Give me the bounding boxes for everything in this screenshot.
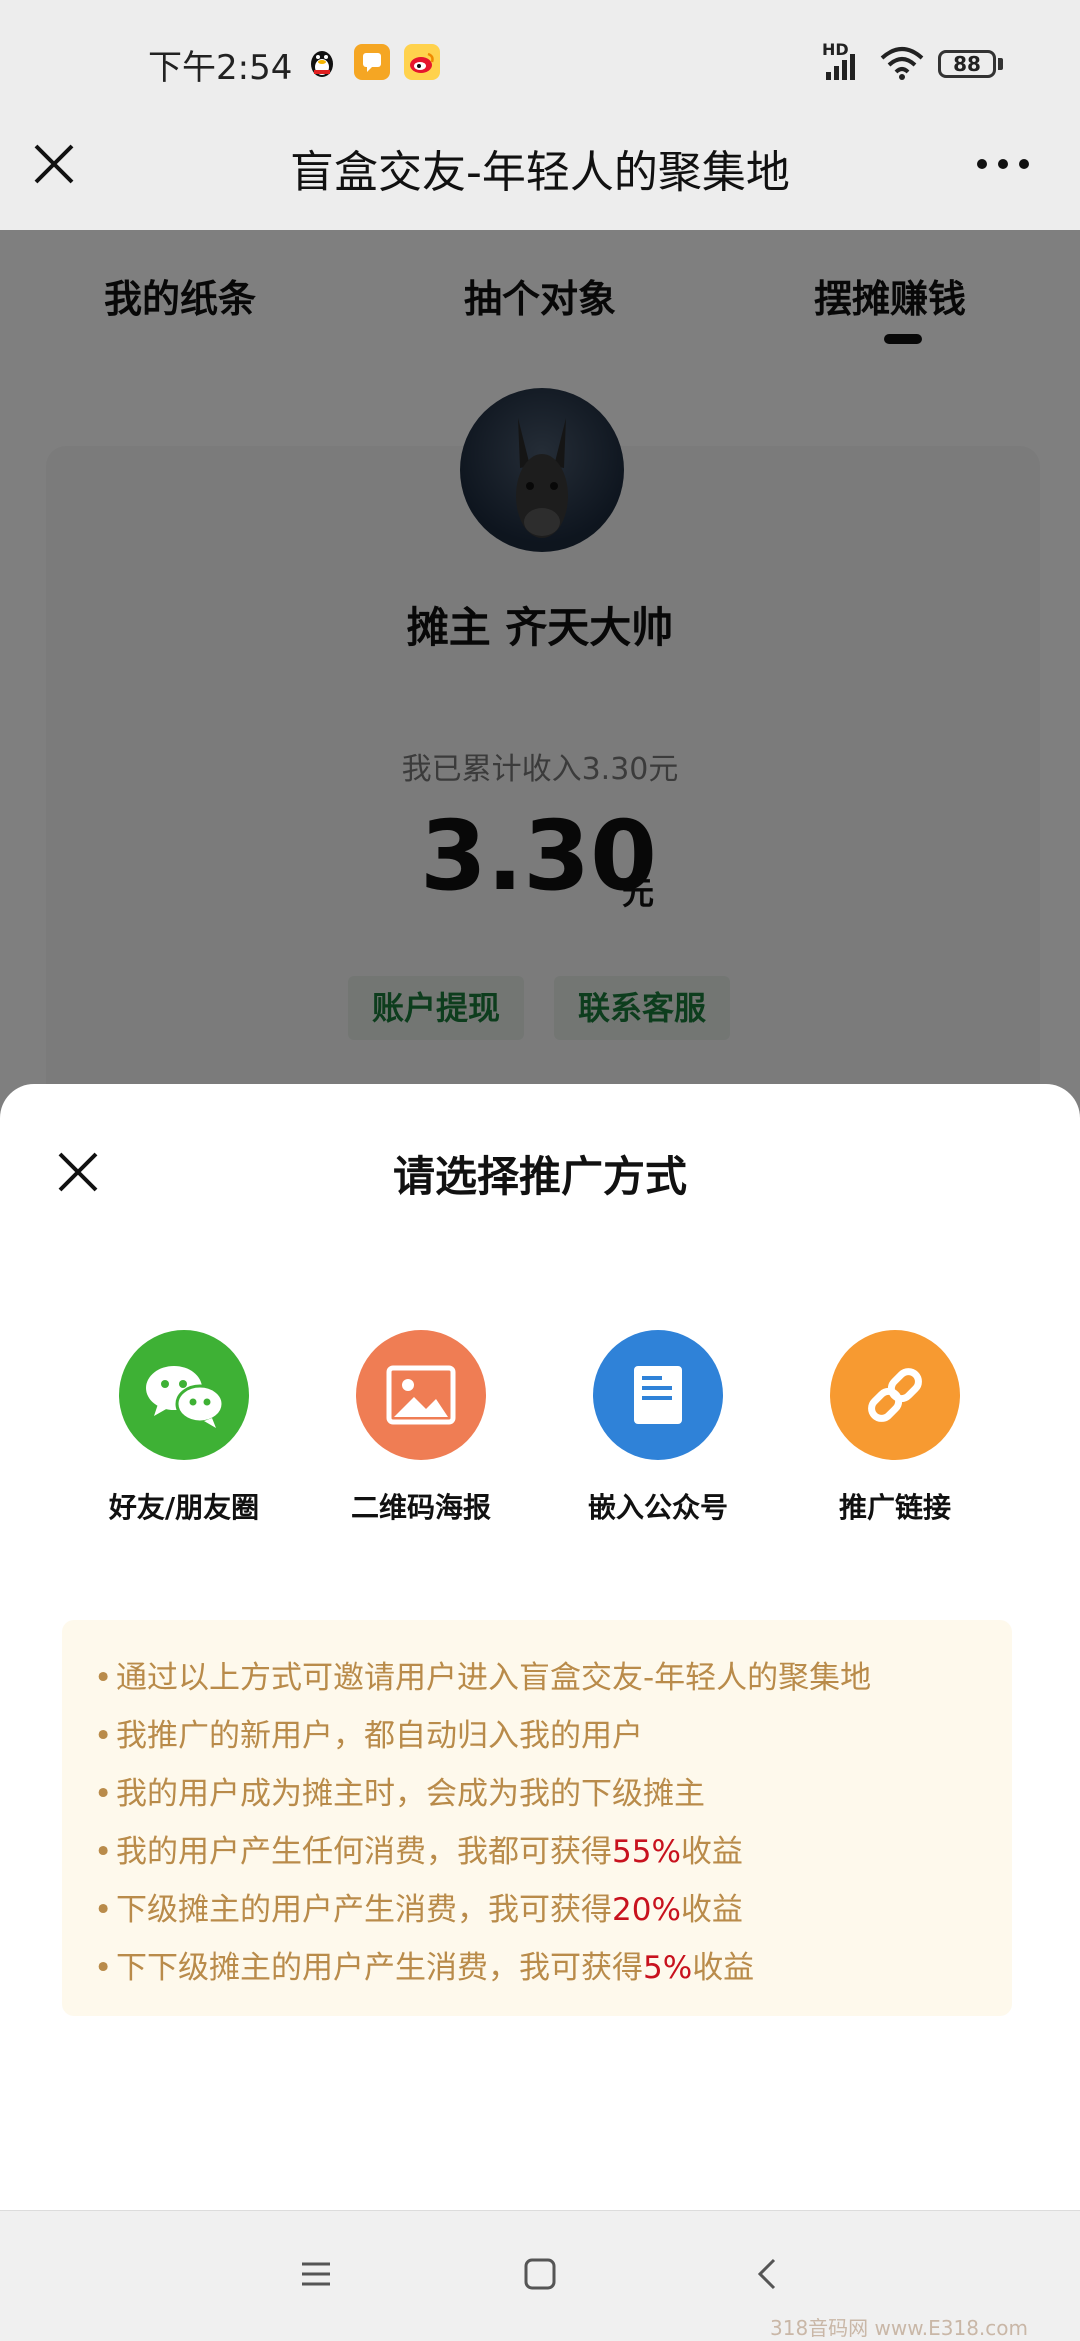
battery-indicator: 88 [938,50,996,78]
share-option-link[interactable]: 推广链接 [795,1330,995,1526]
close-icon[interactable] [30,140,78,188]
info-line: • 下级摊主的用户产生消费，我可获得20%收益 [94,1892,743,1928]
wechat-icon [119,1330,249,1460]
share-option-official-account[interactable]: 嵌入公众号 [558,1330,758,1526]
wifi-icon [880,46,924,84]
share-option-label: 好友/朋友圈 [108,1491,260,1524]
sheet-close-icon[interactable] [56,1150,100,1194]
share-option-label: 嵌入公众号 [587,1491,728,1524]
document-icon [593,1330,723,1460]
status-time: 下午2:54 [148,48,293,88]
watermark: 318音码网 www.E318.com [770,2316,1029,2340]
weibo-icon [404,44,440,80]
info-line: • 我的用户产生任何消费，我都可获得55%收益 [94,1834,743,1870]
page-title: 盲盒交友-年轻人的聚集地 [290,147,790,198]
info-line: • 我的用户成为摊主时，会成为我的下级摊主 [94,1776,705,1812]
sheet-title: 请选择推广方式 [392,1152,687,1201]
image-poster-icon [356,1330,486,1460]
info-line: • 我推广的新用户，都自动归入我的用户 [94,1718,643,1754]
more-options-icon[interactable] [974,150,1032,178]
share-option-label: 推广链接 [838,1491,951,1524]
info-line: • 通过以上方式可邀请用户进入盲盒交友-年轻人的聚集地 [94,1660,872,1696]
qq-penguin-icon [304,44,340,80]
info-line: • 下下级摊主的用户产生消费，我可获得5%收益 [94,1950,755,1986]
signal-icon [826,52,864,84]
home-icon[interactable] [520,2254,560,2294]
link-icon [830,1330,960,1460]
menu-icon[interactable] [296,2254,336,2294]
share-option-label: 二维码海报 [350,1491,491,1524]
back-icon[interactable] [748,2254,788,2294]
share-option-friends[interactable]: 好友/朋友圈 [84,1330,284,1526]
battery-tip [998,58,1003,70]
share-option-qrcode-poster[interactable]: 二维码海报 [321,1330,521,1526]
orange-message-icon [354,44,390,80]
